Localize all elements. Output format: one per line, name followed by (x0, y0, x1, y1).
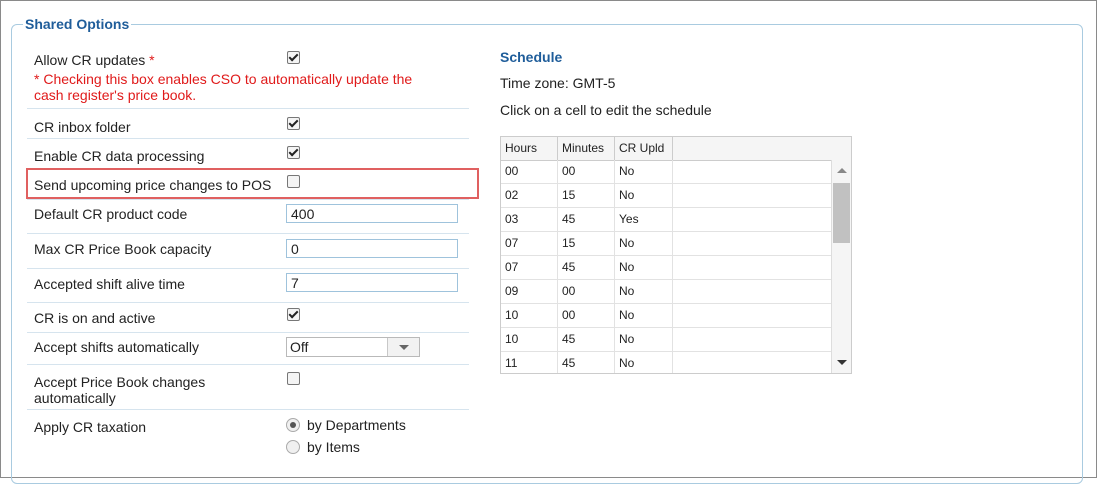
vertical-scrollbar[interactable] (831, 160, 851, 373)
enable-cr-data-processing-checkbox[interactable] (287, 146, 300, 159)
row-accepted-shift-alive-time: Accepted shift alive time (27, 268, 469, 303)
grid-cell[interactable]: No (615, 232, 673, 255)
table-row[interactable]: 00 00 No (501, 160, 831, 184)
grid-cell[interactable]: 03 (501, 208, 558, 231)
row-accept-price-book-changes: Accept Price Book changes automatically (27, 364, 469, 410)
accept-price-book-changes-checkbox[interactable] (287, 372, 300, 385)
grid-cell[interactable]: 15 (558, 184, 615, 207)
column-header-cr-upld[interactable]: CR Upld (615, 137, 673, 160)
accepted-shift-alive-time-label: Accepted shift alive time (34, 276, 185, 292)
table-row[interactable]: 09 00 No (501, 280, 831, 304)
schedule-timezone: Time zone: GMT-5 (500, 75, 616, 91)
highlight-box (26, 168, 479, 199)
grid-cell[interactable]: No (615, 160, 673, 183)
table-row[interactable]: 10 00 No (501, 304, 831, 328)
accept-price-book-changes-label: Accept Price Book changes automatically (34, 374, 206, 406)
row-cr-inbox-folder: CR inbox folder (27, 108, 469, 139)
section-title: Shared Options (23, 16, 132, 32)
grid-cell[interactable]: No (615, 256, 673, 279)
grid-cell[interactable]: 00 (501, 160, 558, 183)
row-default-cr-product-code: Default CR product code (27, 199, 469, 234)
cr-inbox-folder-checkbox[interactable] (287, 117, 300, 130)
max-cr-price-book-capacity-input[interactable] (286, 239, 458, 258)
schedule-instruction: Click on a cell to edit the schedule (500, 102, 712, 118)
schedule-title: Schedule (500, 49, 563, 65)
row-enable-cr-data-processing: Enable CR data processing (27, 138, 469, 169)
table-row[interactable]: 02 15 No (501, 184, 831, 208)
required-mark: * (149, 52, 155, 68)
grid-header: Hours Minutes CR Upld (501, 137, 851, 161)
grid-cell[interactable]: 15 (558, 232, 615, 255)
row-apply-cr-taxation: Apply CR taxation by Departments by Item… (27, 409, 469, 469)
allow-cr-updates-note: * Checking this box enables CSO to autom… (34, 71, 413, 103)
max-cr-price-book-capacity-label: Max CR Price Book capacity (34, 241, 212, 257)
grid-cell[interactable]: No (615, 352, 673, 373)
radio-by-items[interactable] (286, 440, 300, 454)
table-row[interactable]: 07 15 No (501, 232, 831, 256)
grid-cell[interactable]: 00 (558, 280, 615, 303)
grid-cell[interactable]: 45 (558, 352, 615, 373)
grid-cell[interactable]: 11 (501, 352, 558, 373)
table-row[interactable]: 11 45 No (501, 352, 831, 373)
accept-shifts-automatically-select[interactable]: Off (286, 337, 420, 357)
grid-cell[interactable]: No (615, 280, 673, 303)
grid-cell[interactable]: No (615, 184, 673, 207)
radio-by-items-label[interactable]: by Items (307, 439, 360, 455)
accept-shifts-automatically-label: Accept shifts automatically (34, 339, 199, 355)
radio-by-departments[interactable] (286, 418, 300, 432)
allow-cr-updates-label: Allow CR updates * (34, 52, 155, 68)
cr-is-on-and-active-label: CR is on and active (34, 310, 156, 326)
cr-is-on-and-active-checkbox[interactable] (287, 308, 300, 321)
table-row[interactable]: 10 45 No (501, 328, 831, 352)
select-value: Off (290, 339, 309, 355)
schedule-grid: Hours Minutes CR Upld 00 00 No 02 15 No 03 45 Ye… (500, 136, 852, 374)
accepted-shift-alive-time-input[interactable] (286, 273, 458, 292)
column-header-hours[interactable]: Hours (501, 137, 558, 160)
grid-cell[interactable]: 00 (558, 304, 615, 327)
apply-cr-taxation-label: Apply CR taxation (34, 419, 147, 435)
scroll-thumb[interactable] (833, 183, 850, 243)
grid-cell[interactable]: 45 (558, 256, 615, 279)
table-row[interactable]: 07 45 No (501, 256, 831, 280)
default-cr-product-code-label: Default CR product code (34, 206, 188, 222)
grid-cell[interactable]: No (615, 328, 673, 351)
grid-cell[interactable]: 45 (558, 208, 615, 231)
row-cr-is-on-and-active: CR is on and active (27, 302, 469, 333)
grid-cell[interactable]: 07 (501, 256, 558, 279)
grid-cell[interactable]: Yes (615, 208, 673, 231)
grid-cell[interactable]: 10 (501, 304, 558, 327)
grid-cell[interactable]: No (615, 304, 673, 327)
grid-cell[interactable]: 07 (501, 232, 558, 255)
grid-cell[interactable]: 10 (501, 328, 558, 351)
default-cr-product-code-input[interactable] (286, 204, 458, 223)
grid-cell[interactable]: 02 (501, 184, 558, 207)
row-allow-cr-updates: Allow CR updates * * Checking this box e… (27, 46, 469, 109)
table-row[interactable]: 03 45 Yes (501, 208, 831, 232)
enable-cr-data-processing-label: Enable CR data processing (34, 148, 205, 164)
column-header-minutes[interactable]: Minutes (558, 137, 615, 160)
chevron-down-icon[interactable] (387, 338, 419, 356)
radio-by-departments-label[interactable]: by Departments (307, 417, 406, 433)
allow-cr-updates-checkbox[interactable] (287, 51, 300, 64)
grid-cell[interactable]: 45 (558, 328, 615, 351)
grid-cell[interactable]: 00 (558, 160, 615, 183)
row-accept-shifts-automatically: Accept shifts automatically Off (27, 332, 469, 365)
scroll-up-icon[interactable] (837, 168, 847, 173)
row-max-cr-price-book-capacity: Max CR Price Book capacity (27, 233, 469, 269)
cr-inbox-folder-label: CR inbox folder (34, 119, 131, 135)
grid-cell[interactable]: 09 (501, 280, 558, 303)
scroll-down-icon[interactable] (837, 360, 847, 365)
